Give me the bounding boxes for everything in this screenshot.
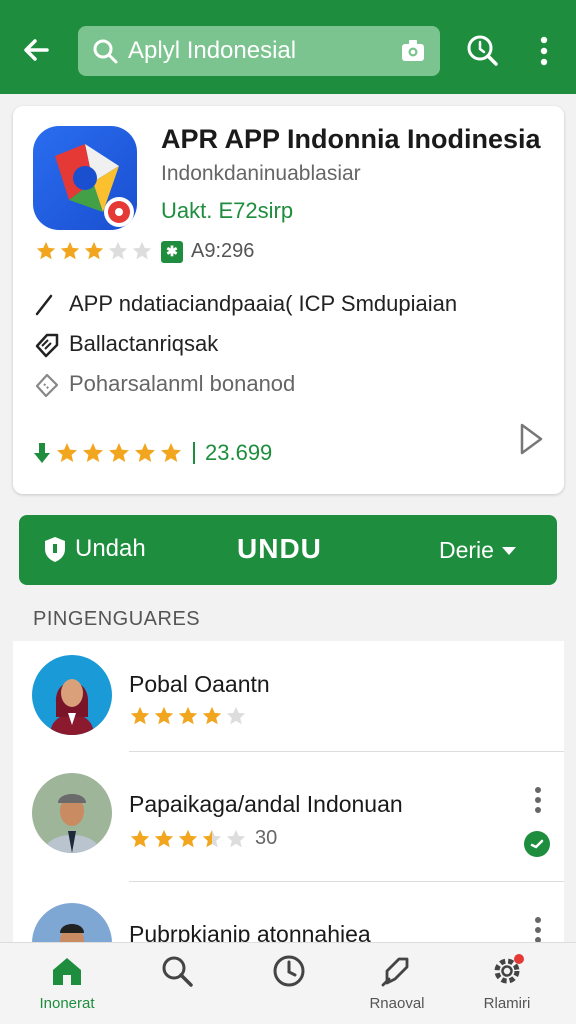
download-count: ✱ A9:296 [161, 240, 254, 263]
undah-label: Undah [75, 535, 146, 562]
overall-rating: 23.699 [33, 440, 272, 466]
nav-label-rocket: Rnaoval [369, 995, 425, 1012]
lens-search-icon[interactable] [464, 32, 500, 68]
nav-item-history[interactable] [244, 953, 334, 995]
reviewer-list: Pobal Oaantn Papaikaga/andal Indonuan 30… [13, 641, 564, 951]
app-price: Uakt. E72sirp [161, 198, 294, 223]
description-line-1: APP ndatiaciandpaaia( ICP Smdupiaian [33, 290, 457, 318]
list-item[interactable]: Pobal Oaantn [13, 641, 564, 765]
clock-icon [273, 955, 305, 987]
description-text-3: Poharsalanml bonanod [69, 371, 296, 396]
star-icon [83, 443, 103, 462]
nav-item-home[interactable]: Inonerat [22, 953, 112, 1012]
description-line-2: Ballactanriqsak [33, 330, 218, 358]
nav-item-rocket[interactable]: Rnaoval [352, 953, 442, 1012]
star-icon [109, 443, 129, 462]
chevron-down-icon [501, 546, 516, 555]
rocket-icon [381, 957, 409, 987]
play-arrow-icon[interactable] [517, 422, 545, 456]
app-title: APR APP Indonnia Inodinesia [161, 124, 541, 154]
description-line-3: Poharsalanml bonanod [33, 370, 295, 398]
avatar [32, 773, 112, 853]
reviewer-stars: 30 [129, 827, 277, 850]
device-dropdown-label: Derie [439, 537, 494, 563]
avatar [32, 655, 112, 735]
list-item[interactable]: Pubrpkianip atonnahiea [13, 881, 564, 951]
star-icon [226, 706, 246, 725]
star-icon [84, 241, 104, 260]
undah-button[interactable]: Undah [43, 535, 146, 563]
nav-label-home: Inonerat [39, 995, 95, 1012]
download-count-value: A9:296 [191, 240, 255, 262]
download-arrow-icon [34, 443, 50, 463]
reviewer-stars [129, 705, 247, 727]
camera-icon[interactable] [400, 38, 426, 64]
app-developer[interactable]: Indonkdaninuablasiar [161, 162, 361, 186]
more-vert-icon[interactable] [528, 785, 548, 815]
shield-icon [45, 537, 65, 562]
verified-badge-icon [524, 831, 550, 857]
overall-rating-count: 23.699 [205, 440, 273, 465]
search-icon [162, 956, 193, 987]
top-app-bar: Aplyl Indonesial [0, 0, 576, 94]
star-icon [130, 706, 150, 725]
rating-divider [193, 442, 195, 464]
tag-icon [35, 333, 59, 358]
app-rating-stars [35, 240, 153, 262]
app-info-card: APR APP Indonnia Inodinesia Indonkdaninu… [13, 106, 564, 494]
home-icon [53, 958, 81, 985]
description-text-2: Ballactanriqsak [69, 331, 219, 356]
search-input[interactable]: Aplyl Indonesial [78, 26, 440, 76]
app-logo-icon[interactable] [33, 126, 137, 230]
device-dropdown[interactable]: Derie [439, 537, 518, 564]
overall-stars [55, 441, 183, 465]
install-button[interactable]: UNDU [237, 533, 322, 565]
list-item[interactable]: Papaikaga/andal Indonuan 30 [13, 751, 564, 875]
star-icon [154, 829, 174, 847]
star-icon [132, 241, 152, 260]
review-count: 30 [255, 827, 278, 849]
star-icon [135, 443, 155, 462]
back-arrow-icon[interactable] [16, 30, 56, 70]
star-icon [178, 706, 198, 725]
search-query-text: Aplyl Indonesial [128, 37, 297, 64]
star-icon [202, 706, 222, 725]
bottom-navigation: Inonerat Rnaoval Rlamiri [0, 942, 576, 1024]
star-icon [57, 443, 77, 462]
nav-label-settings: Rlamiri [483, 995, 531, 1012]
ticket-icon [35, 373, 59, 398]
more-vert-icon[interactable] [528, 915, 548, 945]
download-badge-icon: ✱ [161, 240, 183, 263]
star-icon [202, 829, 222, 847]
star-icon [226, 829, 246, 847]
star-icon [178, 829, 198, 847]
reviewer-name: Pobal Oaantn [129, 671, 270, 697]
nav-item-settings[interactable]: Rlamiri [462, 953, 552, 1012]
search-icon [93, 39, 118, 64]
section-header: PINGENGUARES [33, 608, 201, 630]
reviewer-name: Papaikaga/andal Indonuan [129, 791, 403, 817]
star-icon [130, 829, 150, 847]
more-vert-icon[interactable] [530, 34, 558, 68]
install-action-bar: Undah UNDU Derie [19, 515, 557, 585]
description-text-1: APP ndatiaciandpaaia( ICP Smdupiaian [69, 291, 458, 316]
star-icon [60, 241, 80, 260]
star-icon [36, 241, 56, 260]
nav-item-search[interactable] [132, 953, 222, 995]
star-icon [154, 706, 174, 725]
star-icon [108, 241, 128, 260]
slash-icon [35, 294, 53, 316]
star-icon [161, 443, 181, 462]
settings-icon [494, 954, 524, 984]
